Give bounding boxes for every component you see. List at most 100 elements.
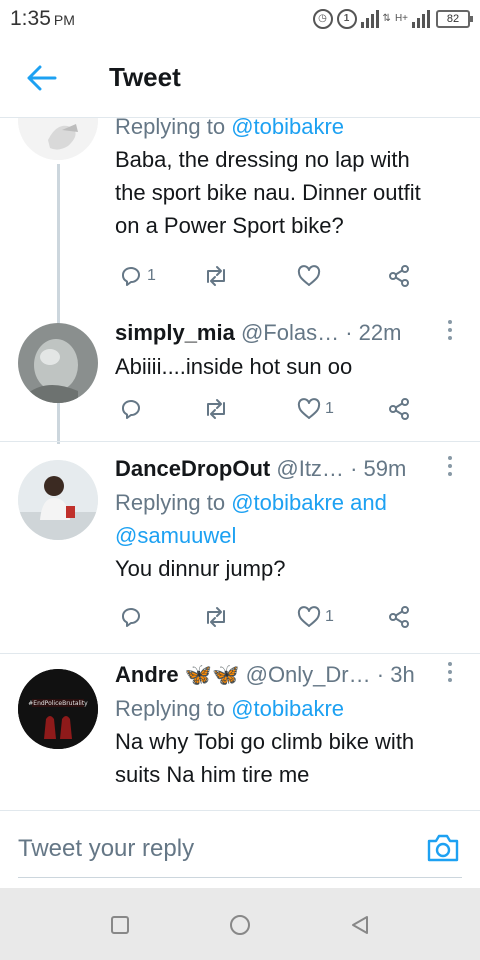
page-title: Tweet bbox=[109, 62, 181, 92]
avatar[interactable] bbox=[18, 460, 98, 540]
tweet-text: Na why Tobi go climb bike with suits Na … bbox=[115, 725, 464, 791]
input-underline bbox=[18, 877, 462, 878]
tweet-header: DanceDropOut @Itz… · 59m bbox=[115, 454, 464, 484]
tweet-header: simply_mia @Folas… · 22m bbox=[115, 318, 464, 348]
reply-icon bbox=[122, 400, 140, 419]
mention-link[interactable]: @tobibakre bbox=[231, 118, 344, 139]
tweet-content: DanceDropOut @Itz… · 59m Replying to @to… bbox=[115, 454, 464, 585]
tweet-content: Replying to @tobibakre Baba, the dressin… bbox=[115, 118, 464, 242]
reply-feed[interactable]: Replying to @tobibakre Baba, the dressin… bbox=[0, 118, 480, 810]
reply-button[interactable] bbox=[119, 394, 143, 424]
status-time: 1:35 PM bbox=[10, 7, 75, 31]
tweet-content: simply_mia @Folas… · 22m Abiiii....insid… bbox=[115, 318, 464, 383]
heart-icon bbox=[297, 606, 321, 627]
tweet-actions: 1 bbox=[115, 602, 420, 632]
avatar-text: #EndPoliceBrutality bbox=[28, 700, 88, 707]
tweet-item[interactable]: Replying to @tobibakre Baba, the dressin… bbox=[0, 118, 480, 308]
tweet-item[interactable]: simply_mia @Folas… · 22m Abiiii....insid… bbox=[0, 308, 480, 440]
heart-icon bbox=[297, 398, 321, 419]
avatar-image bbox=[18, 118, 98, 160]
camera-icon bbox=[427, 834, 459, 862]
home-button[interactable] bbox=[225, 910, 255, 940]
tweet-text-line: You dinnur jump? bbox=[115, 556, 286, 581]
share-icon bbox=[389, 606, 409, 628]
avatar[interactable]: #EndPoliceBrutality bbox=[18, 669, 98, 749]
camera-button[interactable] bbox=[426, 833, 460, 863]
tweet-text: You dinnur jump? bbox=[115, 552, 464, 585]
mention-link[interactable]: @tobibakre bbox=[231, 696, 344, 721]
replying-prefix: Replying to bbox=[115, 118, 226, 139]
system-navigation-bar bbox=[0, 888, 480, 960]
more-options-icon[interactable] bbox=[448, 456, 454, 476]
like-button[interactable] bbox=[297, 261, 321, 291]
user-handle[interactable]: @Only_Dr… bbox=[246, 662, 371, 687]
avatar-image bbox=[18, 323, 98, 403]
mention-link[interactable]: @tobibakre and bbox=[231, 490, 387, 515]
reply-button[interactable]: 1 bbox=[119, 261, 156, 291]
display-name[interactable]: DanceDropOut bbox=[115, 456, 270, 481]
data-transfer-icon: ⇅ bbox=[382, 13, 391, 24]
retweet-icon bbox=[207, 607, 225, 627]
more-options-icon[interactable] bbox=[448, 320, 454, 340]
user-handle[interactable]: @Folas… bbox=[241, 320, 339, 345]
tweet-actions: 1 bbox=[115, 261, 420, 291]
replying-to: Replying to @tobibakre bbox=[115, 118, 464, 143]
tweet-text-line: the sport bike nau. Dinner outfit bbox=[115, 180, 421, 205]
replying-prefix: Replying to bbox=[115, 696, 226, 721]
battery-icon: 82 bbox=[436, 10, 473, 28]
reply-input[interactable] bbox=[18, 835, 418, 863]
reply-count: 1 bbox=[147, 267, 156, 284]
tweet-actions: 1 bbox=[115, 394, 420, 424]
heart-icon bbox=[297, 265, 321, 286]
clock-text: 1:35 bbox=[10, 7, 51, 30]
like-button[interactable]: 1 bbox=[297, 394, 334, 424]
share-button[interactable] bbox=[387, 261, 411, 291]
retweet-icon bbox=[207, 266, 225, 286]
clock-ampm: PM bbox=[53, 12, 75, 28]
reply-icon bbox=[122, 267, 140, 286]
retweet-button[interactable] bbox=[203, 261, 229, 291]
recents-square-icon bbox=[111, 916, 129, 934]
avatar[interactable] bbox=[18, 118, 98, 160]
tweet-text: Baba, the dressing no lap with the sport… bbox=[115, 143, 464, 242]
status-icons: ◷ 1 ⇅ H+ 82 bbox=[312, 8, 473, 30]
back-button[interactable] bbox=[24, 62, 60, 94]
replying-prefix: Replying to bbox=[115, 490, 226, 515]
mention-link[interactable]: @samuuwel bbox=[115, 519, 464, 552]
share-icon bbox=[389, 265, 409, 287]
retweet-button[interactable] bbox=[203, 394, 229, 424]
timestamp: · 3h bbox=[376, 662, 415, 687]
reply-compose-bar bbox=[0, 810, 480, 888]
network-type-label: H+ bbox=[394, 13, 408, 24]
timestamp: · 22m bbox=[345, 320, 402, 345]
like-count: 1 bbox=[325, 400, 334, 417]
reply-button[interactable] bbox=[119, 602, 143, 632]
retweet-icon bbox=[207, 399, 225, 419]
signal-strength-icon bbox=[360, 10, 379, 28]
tweet-text: Abiiii....inside hot sun oo bbox=[115, 350, 464, 383]
tweet-item[interactable]: DanceDropOut @Itz… · 59m Replying to @to… bbox=[0, 442, 480, 652]
recents-button[interactable] bbox=[105, 910, 135, 940]
tweet-text-line: Baba, the dressing no lap with bbox=[115, 147, 410, 172]
nav-back-button[interactable] bbox=[345, 910, 375, 940]
arrow-left-icon bbox=[27, 65, 57, 91]
user-handle[interactable]: @Itz… bbox=[276, 456, 344, 481]
display-name[interactable]: simply_mia bbox=[115, 320, 235, 345]
app-header: Tweet bbox=[0, 38, 480, 118]
like-count: 1 bbox=[325, 608, 334, 625]
tweet-item[interactable]: #EndPoliceBrutality Andre 🦋🦋 @Only_Dr… ·… bbox=[0, 654, 480, 810]
back-triangle-icon bbox=[352, 916, 368, 934]
avatar-image bbox=[18, 460, 98, 540]
share-button[interactable] bbox=[387, 394, 411, 424]
tweet-text-line: suits Na him tire me bbox=[115, 762, 310, 787]
more-options-icon[interactable] bbox=[448, 662, 454, 682]
avatar[interactable] bbox=[18, 323, 98, 403]
retweet-button[interactable] bbox=[203, 602, 229, 632]
tweet-text-line: Na why Tobi go climb bike with bbox=[115, 729, 415, 754]
display-name[interactable]: Andre bbox=[115, 662, 179, 687]
share-button[interactable] bbox=[387, 602, 411, 632]
home-circle-icon bbox=[230, 915, 250, 935]
butterfly-emoji: 🦋🦋 bbox=[184, 662, 240, 687]
replying-to: Replying to @tobibakre bbox=[115, 692, 464, 725]
like-button[interactable]: 1 bbox=[297, 602, 334, 632]
